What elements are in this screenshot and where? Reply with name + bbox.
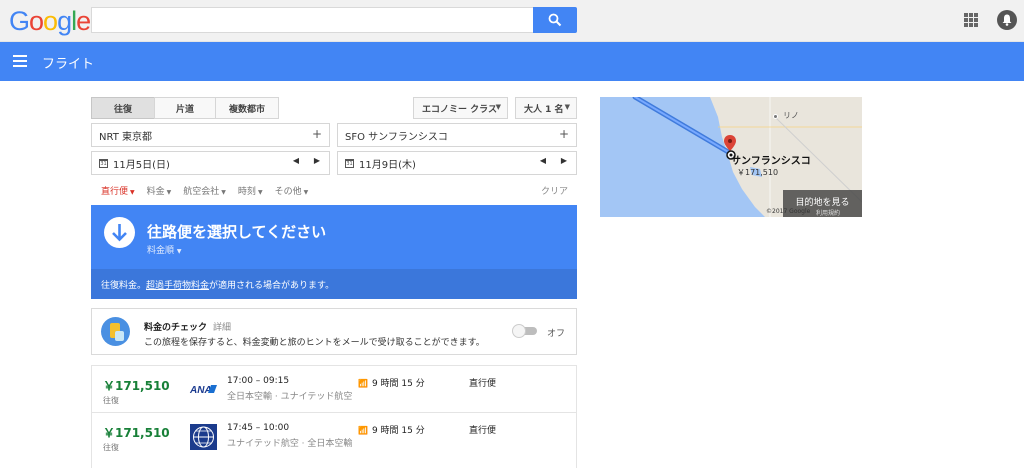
destination-value: SFO サンフランシスコ [345,131,448,143]
united-logo [189,424,218,450]
depart-date-field[interactable]: 31 11月5日(日) ◀ ▶ [91,151,330,175]
flight-stops: 直行便 [469,426,497,436]
flight-stops: 直行便 [469,379,497,389]
select-heading: 往路便を選択してください [147,223,327,241]
chevron-down-icon: ▼ [303,189,309,196]
sort-dropdown[interactable]: 料金順 ▼ [147,243,182,256]
flight-results-list: ￥171,510 往復 ANA 17:00 – 09:15 全日本空輸 · ユナ… [91,365,577,468]
trip-type-multi-city[interactable]: 複数都市 [215,97,279,119]
wifi-icon: 📶 [358,379,368,388]
search-icon [548,13,562,27]
price-tracking-toggle[interactable] [512,324,537,338]
destination-map[interactable]: リノ サンフランシスコ ￥171,510 目的地を見る ©2017 Google… [600,97,862,217]
filter-more[interactable]: その他 ▼ [275,184,309,197]
flight-price: ￥171,510 [103,379,170,393]
calendar-icon: 31 [99,158,108,168]
reno-marker [773,114,778,119]
trip-type-round-trip[interactable]: 往復 [91,97,155,119]
chevron-down-icon: ▼ [257,189,263,196]
chevron-down-icon: ▼ [495,103,501,111]
search-button[interactable] [533,7,577,33]
passengers-label: 大人 1 名 [524,104,564,115]
return-date-field[interactable]: 31 11月9日(木) ◀ ▶ [337,151,577,175]
nearby-city-label: リノ [783,111,799,120]
cabin-class-label: エコノミー クラス [422,104,497,115]
map-copyright: ©2017 Google [766,208,811,215]
flight-airlines: ユナイテッド航空 · 全日本空輸 [227,439,353,449]
chevron-down-icon: ▼ [176,248,182,255]
add-destination-icon[interactable]: + [559,127,569,141]
price-tag-icon [101,317,130,346]
flight-result-row[interactable]: ￥171,510 往復 ANA 17:00 – 09:15 全日本空輸 · ユナ… [92,366,576,412]
depart-date-value: 11月5日(日) [113,159,170,171]
chevron-down-icon: ▼ [130,189,135,196]
passengers-dropdown[interactable]: 大人 1 名 ▼ [515,97,577,119]
flight-airlines: 全日本空輸 · ユナイテッド航空 [227,392,353,402]
price-tracking-title: 料金のチェック 詳細 [144,323,232,333]
filter-price[interactable]: 料金 ▼ [147,184,172,197]
fare-notice: 往復料金。超過手荷物料金が適用される場合があります。 [91,269,577,299]
ana-logo: ANA [189,377,218,403]
chevron-down-icon: ▼ [221,189,226,196]
flight-time: 17:00 – 09:15 [227,376,290,386]
toggle-state-label: オフ [547,329,566,339]
price-type: 往復 [103,443,119,452]
return-date-value: 11月9日(木) [359,159,416,171]
cabin-class-dropdown[interactable]: エコノミー クラス ▼ [413,97,508,119]
svg-text:ANA: ANA [189,385,212,396]
destination-price-label: ￥171,510 [737,168,779,177]
flight-result-row[interactable]: ￥171,510 往復 17:45 – 10:00 ユナイテッド航空 · 全日本… [92,412,576,458]
price-type: 往復 [103,396,119,405]
price-tracking-card: 料金のチェック 詳細 この旅程を保存すると、料金変動と旅のヒントをメールで受け取る… [91,308,577,355]
details-link[interactable]: 詳細 [213,323,231,333]
google-logo[interactable]: Google [9,6,91,37]
origin-field[interactable]: NRT 東京都 + [91,123,330,147]
destination-field[interactable]: SFO サンフランシスコ + [337,123,577,147]
origin-value: NRT 東京都 [99,131,152,143]
flight-time: 17:45 – 10:00 [227,423,290,433]
page-title: フライト [42,57,95,72]
add-origin-icon[interactable]: + [312,127,322,141]
flights-header: フライト [0,42,1024,81]
chevron-down-icon: ▼ [564,103,570,111]
map-terms-link[interactable]: 利用規約 [816,208,840,217]
clear-filters-button[interactable]: クリア [541,184,568,197]
flight-price: ￥171,510 [103,426,170,440]
filter-times[interactable]: 時刻 ▼ [238,184,263,197]
filter-bar: 直行便 ▼ 料金 ▼ 航空会社 ▼ 時刻 ▼ その他 ▼ [101,184,308,197]
search-input[interactable] [91,7,533,33]
trip-type-one-way[interactable]: 片道 [154,97,216,119]
filter-stops[interactable]: 直行便 ▼ [101,184,135,197]
flight-duration: 📶 9 時間 15 分 [358,426,425,436]
apps-grid-icon[interactable] [964,13,978,27]
arrow-down-icon [104,217,135,248]
notifications-icon[interactable] [997,10,1017,30]
flight-duration: 📶 9 時間 15 分 [358,379,425,389]
chevron-down-icon: ▼ [166,189,172,196]
price-tracking-description: この旅程を保存すると、料金変動と旅のヒントをメールで受け取ることができます。 [144,338,485,348]
filter-airlines[interactable]: 航空会社 ▼ [183,184,226,197]
next-date-icon[interactable]: ▶ [314,156,320,165]
top-bar: Google [0,0,1024,42]
previous-date-icon[interactable]: ◀ [540,156,546,165]
trip-type-selector: 往復 片道 複数都市 [91,97,279,119]
next-date-icon[interactable]: ▶ [561,156,567,165]
baggage-fees-link[interactable]: 超過手荷物料金 [146,281,209,291]
hamburger-menu-icon[interactable] [13,55,27,67]
previous-date-icon[interactable]: ◀ [293,156,299,165]
wifi-icon: 📶 [358,426,368,435]
destination-city-label: サンフランシスコ [731,156,811,167]
select-outbound-panel: 往路便を選択してください 料金順 ▼ 往復料金。超過手荷物料金が適用される場合が… [91,205,577,299]
calendar-icon: 31 [345,158,354,168]
